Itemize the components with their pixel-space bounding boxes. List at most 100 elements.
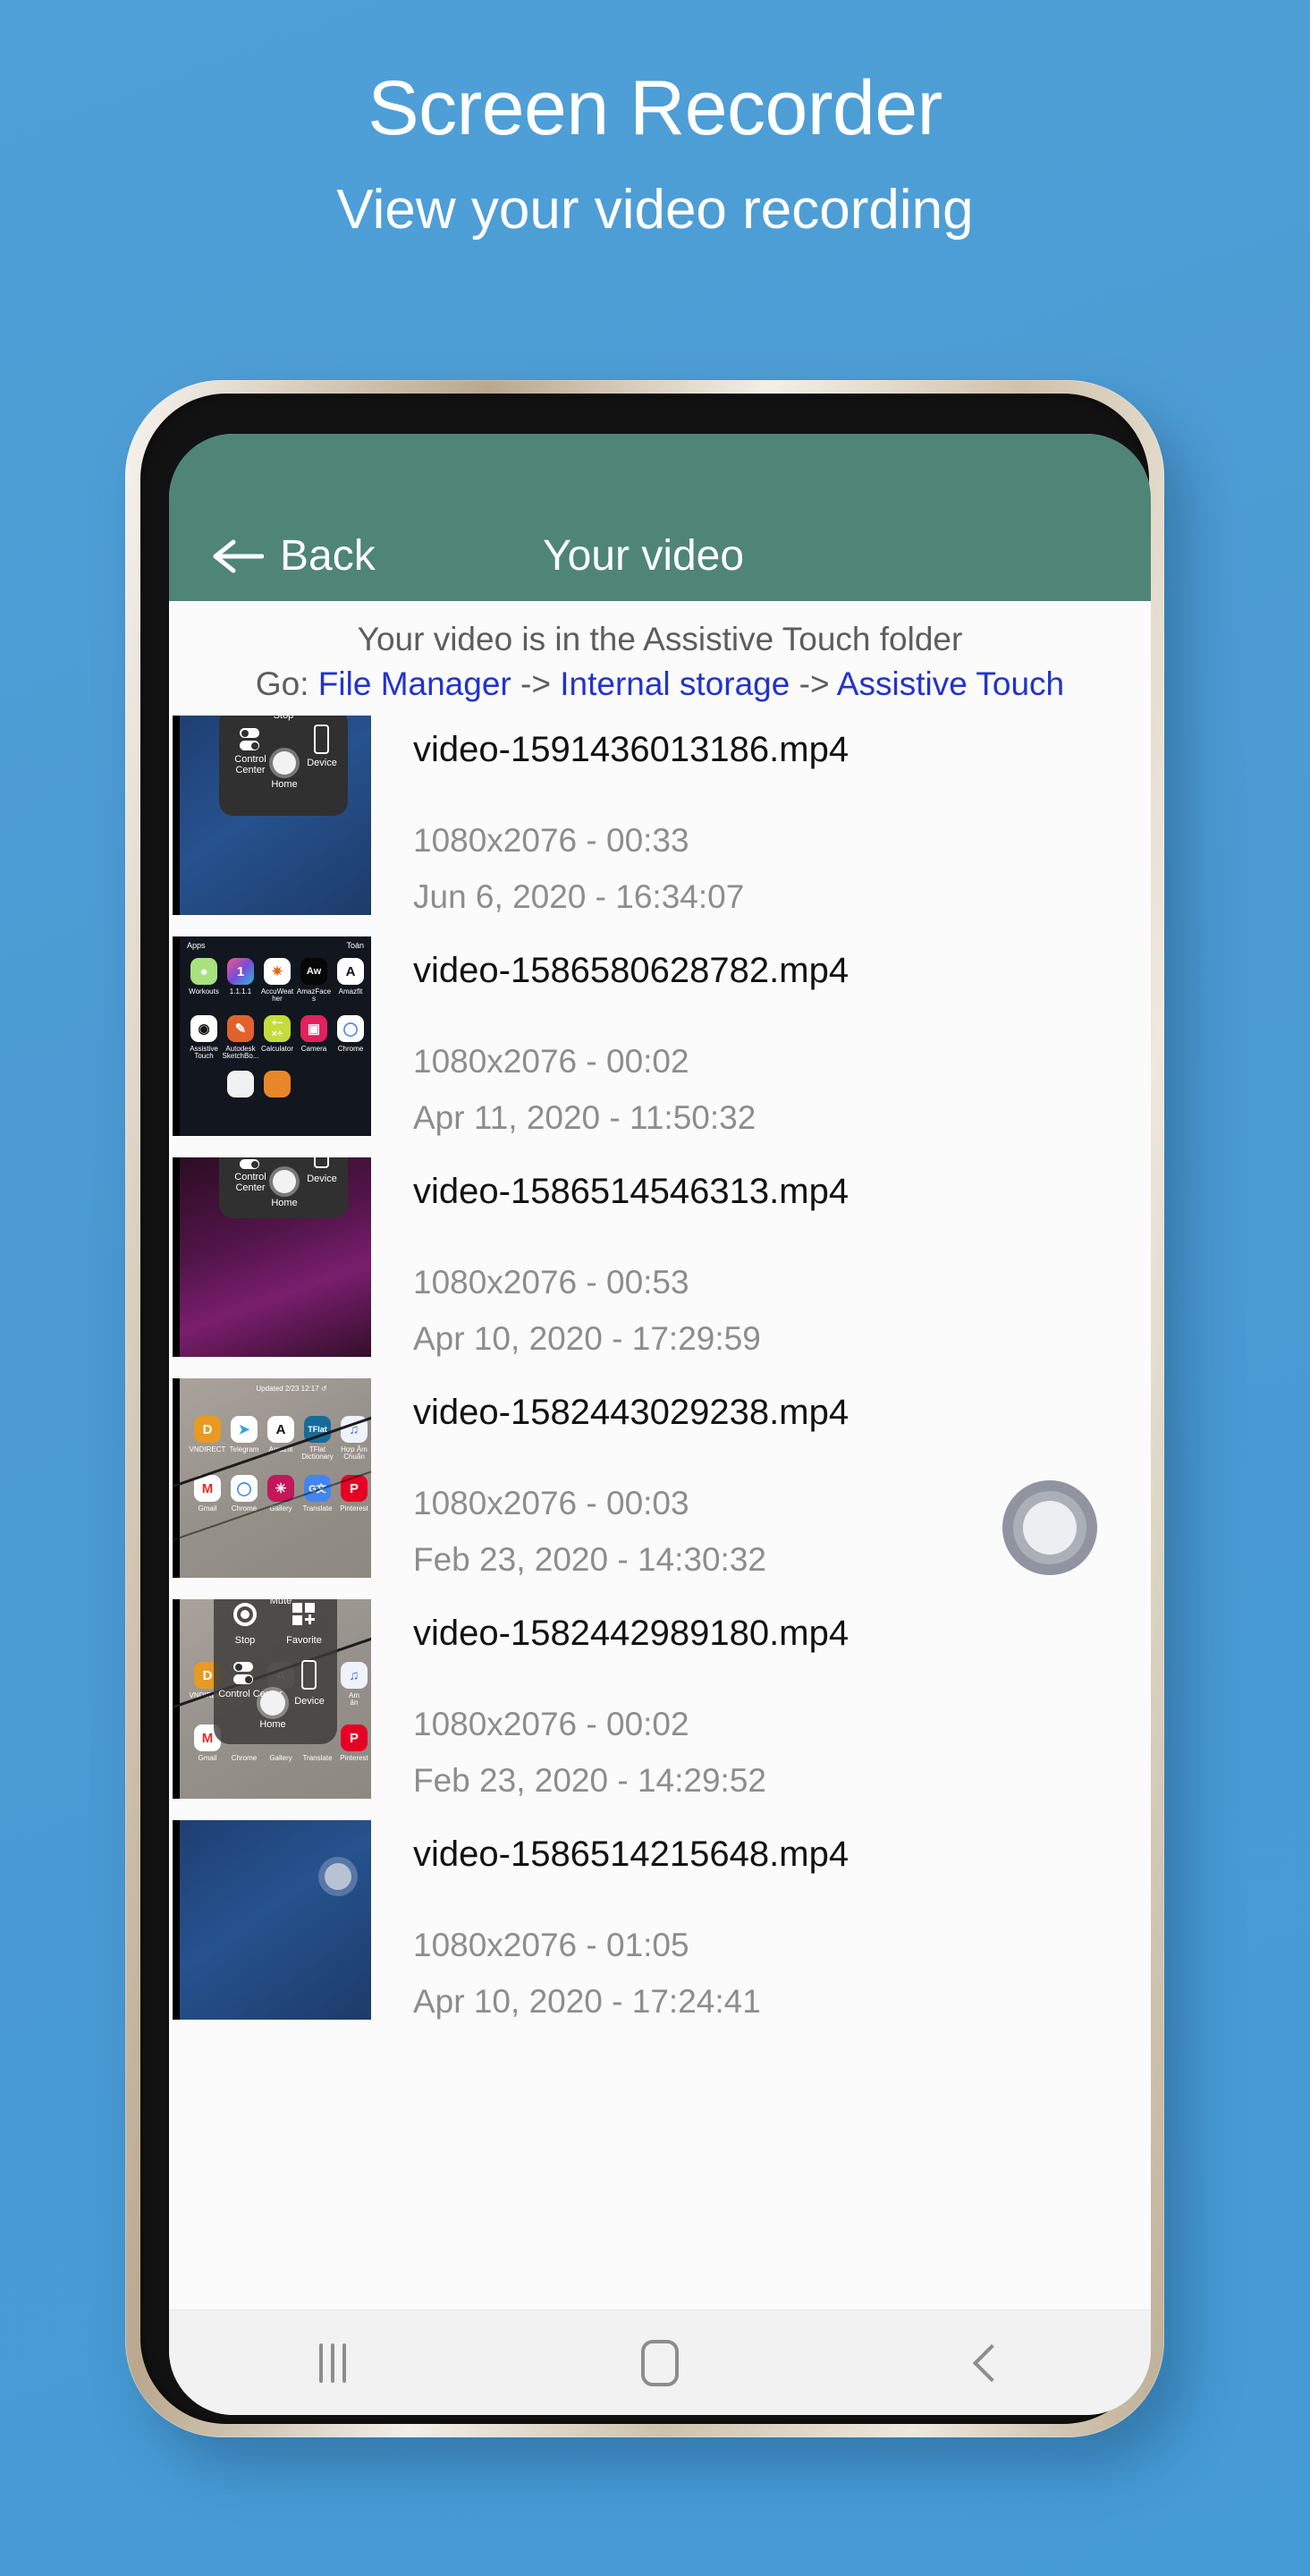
app-icon-camera: ▣ xyxy=(300,1015,327,1043)
thumbnail-home-screen-dimmed: D VNDIRECT A ♫ Amǎn M Gmail Chrome Galle… xyxy=(173,1599,371,1800)
app-label-amazfit: Amazfit xyxy=(338,987,363,996)
promo-header: Screen Recorder View your video recordin… xyxy=(0,0,1310,238)
assistive-panel: Stop Mute Favorite Control Center Device… xyxy=(214,1599,337,1745)
toggle-icon-1 xyxy=(240,728,259,739)
video-meta: video-1591436013186.mp4 1080x2076 - 00:3… xyxy=(371,716,1151,915)
video-meta: video-1586514215648.mp4 1080x2076 - 01:0… xyxy=(371,1820,1151,2020)
back-button-nav[interactable] xyxy=(920,2310,1054,2415)
folder-hint: Your video is in the Assistive Touch fol… xyxy=(169,601,1151,716)
toggle-icon-2 xyxy=(233,1674,253,1685)
app-label-camera: Camera xyxy=(300,1045,327,1054)
drawer-header-apps: Apps xyxy=(187,941,206,951)
app-label-calculator: Calculator xyxy=(260,1045,293,1054)
table-row[interactable]: Control Center Home Device video-15865145… xyxy=(169,1157,1151,1378)
device-icon xyxy=(314,1157,329,1169)
panel-label-stop: Stop xyxy=(234,1635,256,1647)
app-label-pinterest: Pinterest xyxy=(340,1504,368,1513)
video-resolution-duration: 1080x2076 - 01:05 xyxy=(413,1927,689,1964)
back-button[interactable]: Back xyxy=(212,535,376,578)
panel-label-device: Device xyxy=(294,1696,325,1707)
app-icon-gmail: M xyxy=(194,1475,221,1503)
panel-label-favorite: Favorite xyxy=(286,1635,322,1647)
video-date: Apr 11, 2020 - 11:50:32 xyxy=(413,1098,756,1136)
video-thumbnail[interactable]: Stop Control Center Home Device xyxy=(173,716,371,916)
video-thumbnail[interactable]: Control Center Home Device xyxy=(173,1157,371,1358)
video-meta: video-1582442989180.mp4 1080x2076 - 00:0… xyxy=(371,1599,1151,1799)
app-icon-amazfit: A xyxy=(267,1416,294,1444)
hint-separator-2: -> xyxy=(790,665,837,702)
app-label-accuweather: AccuWeat her xyxy=(260,987,294,1004)
hint-prefix: Go: xyxy=(255,665,318,702)
page-title: Your video xyxy=(543,532,745,580)
app-label-gmail: Gmail xyxy=(198,1504,217,1513)
table-row[interactable]: Updated 2/23 12:17 ↺ D VNDIRECT ➤ Telegr… xyxy=(169,1378,1151,1599)
video-meta: video-1586514546313.mp4 1080x2076 - 00:5… xyxy=(371,1157,1151,1357)
assistive-touch-floating-button[interactable] xyxy=(1002,1480,1097,1576)
table-row[interactable]: Apps Toán ● Workouts 1 1.1.1.1 ✷ AccuWea… xyxy=(169,936,1151,1157)
toggle-icon-1 xyxy=(233,1662,253,1673)
assistive-bubble-ring-inner xyxy=(1023,1501,1077,1555)
back-icon xyxy=(972,2343,1011,2382)
table-row[interactable]: video-1586514215648.mp4 1080x2076 - 01:0… xyxy=(169,1820,1151,2041)
recents-icon xyxy=(319,2343,346,2383)
video-thumbnail[interactable]: Apps Toán ● Workouts 1 1.1.1.1 ✷ AccuWea… xyxy=(173,936,371,1137)
device-icon xyxy=(301,1660,317,1690)
home-button[interactable] xyxy=(593,2310,727,2415)
app-label-translate: Translate xyxy=(302,1754,333,1763)
video-date: Apr 10, 2020 - 17:24:41 xyxy=(413,1982,761,2020)
app-icon-chrome: ◯ xyxy=(337,1015,364,1043)
phone-device-frame: Back Your video Your video is in the Ass… xyxy=(125,380,1164,2437)
app-bar: Back Your video xyxy=(169,434,1151,601)
table-row[interactable]: Stop Control Center Home Device video-159… xyxy=(169,716,1151,936)
video-name: video-1586514546313.mp4 xyxy=(413,1172,849,1212)
video-thumbnail[interactable]: D VNDIRECT A ♫ Amǎn M Gmail Chrome Galle… xyxy=(173,1599,371,1800)
app-icon-accuweather: ✷ xyxy=(264,958,291,986)
app-label-chrome: Chrome xyxy=(231,1754,258,1763)
video-resolution-duration: 1080x2076 - 00:33 xyxy=(413,822,689,860)
promo-title: Screen Recorder xyxy=(368,65,942,151)
video-resolution-duration: 1080x2076 - 00:53 xyxy=(413,1264,689,1301)
app-icon-telegram: ➤ xyxy=(231,1416,258,1444)
app-label-gmail: Gmail xyxy=(198,1754,217,1763)
arrow-left-icon xyxy=(213,539,264,573)
panel-label-home: Home xyxy=(271,779,298,791)
video-list[interactable]: Stop Control Center Home Device video-159… xyxy=(169,716,1151,2309)
recents-button[interactable] xyxy=(266,2310,400,2415)
video-resolution-duration: 1080x2076 - 00:02 xyxy=(413,1706,689,1743)
video-thumbnail[interactable] xyxy=(173,1820,371,2021)
status-updated-text: Updated 2/23 12:17 ↺ xyxy=(256,1385,327,1394)
toggle-icon-2 xyxy=(240,741,259,751)
app-label-workouts: Workouts xyxy=(189,987,219,996)
app-icon-row3-a xyxy=(227,1071,254,1098)
link-file-manager[interactable]: File Manager xyxy=(318,665,511,702)
phone-screen: Back Your video Your video is in the Ass… xyxy=(169,434,1151,2415)
home-button-icon xyxy=(260,1690,285,1716)
video-name: video-1586580628782.mp4 xyxy=(413,951,849,991)
video-date: Jun 6, 2020 - 16:34:07 xyxy=(413,877,745,915)
app-label-1111: 1.1.1.1 xyxy=(229,987,252,996)
app-icon-vndirect: D xyxy=(194,1416,221,1444)
panel-label-stop: Stop xyxy=(273,716,294,722)
promo-subtitle: View your video recording xyxy=(336,179,974,241)
app-icon-pinterest: P xyxy=(341,1724,368,1752)
video-thumbnail[interactable]: Updated 2/23 12:17 ↺ D VNDIRECT ➤ Telegr… xyxy=(173,1378,371,1579)
app-icon-hop-am-chuan: ♫ xyxy=(341,1662,368,1690)
link-assistive-touch[interactable]: Assistive Touch xyxy=(837,665,1064,702)
video-date: Feb 23, 2020 - 14:29:52 xyxy=(413,1761,766,1799)
table-row[interactable]: D VNDIRECT A ♫ Amǎn M Gmail Chrome Galle… xyxy=(169,1599,1151,1820)
assistive-touch-bubble-icon xyxy=(325,1863,351,1891)
assistive-panel: Stop Control Center Home Device xyxy=(219,716,348,817)
thumbnail-home-screen: Updated 2/23 12:17 ↺ D VNDIRECT ➤ Telegr… xyxy=(173,1378,371,1579)
app-icon-row3-b xyxy=(264,1071,291,1098)
link-internal-storage[interactable]: Internal storage xyxy=(560,665,790,702)
video-date: Apr 10, 2020 - 17:29:59 xyxy=(413,1319,761,1357)
app-label-hop-am-chuan: Am ǎn xyxy=(349,1691,359,1707)
panel-label-home: Home xyxy=(271,1198,298,1209)
toggle-icon-2 xyxy=(240,1159,259,1170)
app-label-vndirect: VNDIRECT xyxy=(189,1445,226,1454)
app-label-chrome: Chrome xyxy=(337,1045,364,1054)
app-label-hop-am-chuan: Hợp Âm Chuẩn xyxy=(341,1445,368,1462)
device-icon xyxy=(314,724,329,755)
app-icon-chrome: ◯ xyxy=(231,1475,258,1503)
app-label-assistive-touch: Assistive Touch xyxy=(190,1045,218,1061)
